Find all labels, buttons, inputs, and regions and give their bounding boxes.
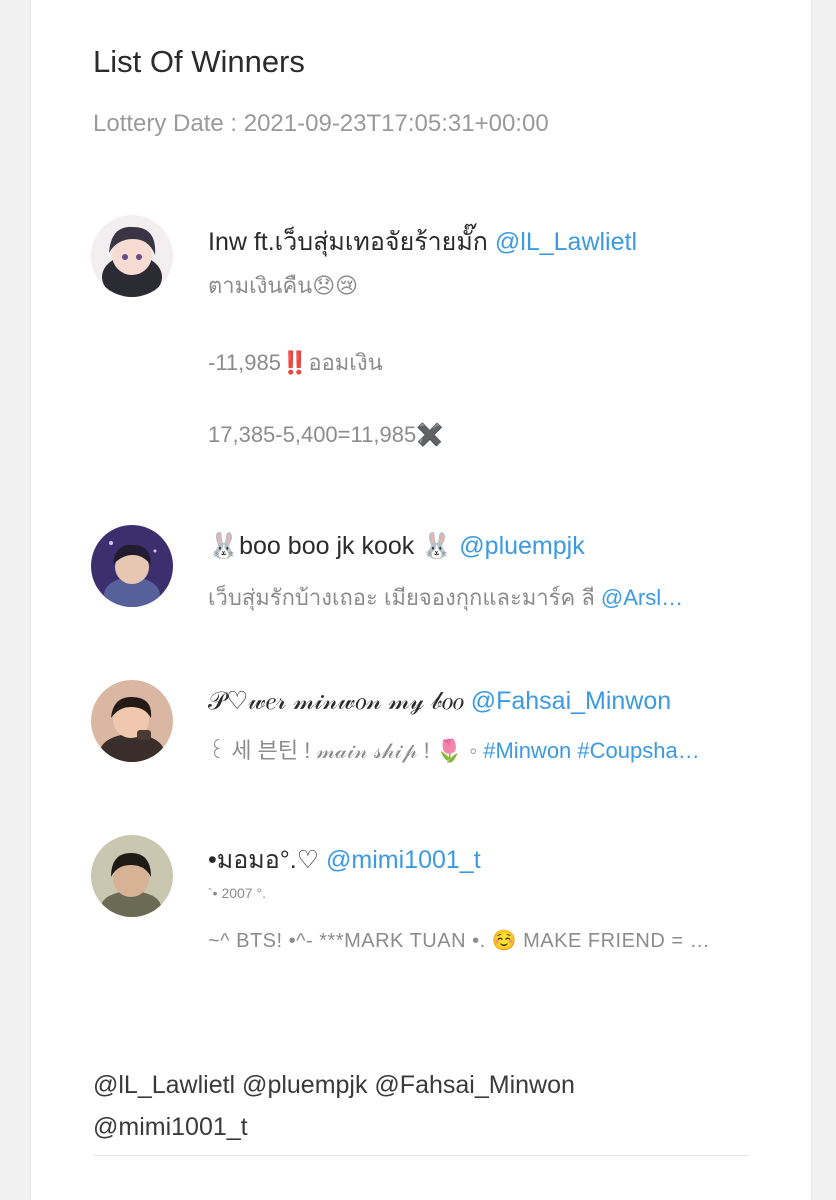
footer-mentions[interactable]: @lL_Lawlietl @pluempjk @Fahsai_Minwon @m…: [93, 1064, 693, 1148]
winner-bio-line: `• 2007 °.: [208, 885, 266, 901]
winners-card: List Of Winners Lottery Date : 2021-09-2…: [30, 0, 812, 1200]
winner-handle-link[interactable]: @lL_Lawlietl: [495, 228, 637, 256]
winner-name: Inw ft.เว็บสุ่มเทอจัยร้ายมั๊ก @lL_Lawlie…: [208, 222, 637, 262]
winner-display-name: 𝒫♡𝓌𝑒𝓇 𝓂𝒾𝓃𝓌𝑜𝓃 𝓂𝓎 𝒷𝑜𝑜: [208, 687, 471, 715]
avatar[interactable]: [91, 835, 173, 917]
winner-display-name: •มอมอ°.♡: [208, 846, 327, 874]
page-title: List Of Winners: [93, 44, 305, 79]
winner-display-name: Inw ft.เว็บสุ่มเทอจัยร้ายมั๊ก: [208, 228, 495, 256]
avatar[interactable]: [91, 525, 173, 607]
winner-bio-line: ตามเงินคืน😞😢: [208, 273, 359, 298]
avatar[interactable]: [91, 680, 173, 762]
winner-bio-line: ꒰ 세 븐틴 ! 𝓂𝒶𝒾𝓃 𝓈𝒽𝒾𝓅 ! 🌷 ◦ #Minwon #Coupsh…: [208, 733, 753, 765]
winner-handle-link[interactable]: @mimi1001_t: [326, 846, 481, 874]
winner-handle-link[interactable]: @pluempjk: [459, 532, 584, 560]
winner-bio-text: ꒰ 세 븐틴 ! 𝓂𝒶𝒾𝓃 𝓈𝒽𝒾𝓅 ! 🌷 ◦: [208, 738, 484, 763]
winner-bio-line: เว็บสุ่มรักบ้างเถอะ เมียจองกุกและมาร์ค ล…: [208, 580, 753, 615]
avatar[interactable]: [91, 215, 173, 297]
winner-name: 𝒫♡𝓌𝑒𝓇 𝓂𝒾𝓃𝓌𝑜𝓃 𝓂𝓎 𝒷𝑜𝑜 @Fahsai_Minwon: [208, 686, 671, 716]
bio-mention-link[interactable]: @Arsl…: [601, 585, 683, 610]
winner-name: •มอมอ°.♡ @mimi1001_t: [208, 840, 481, 880]
winner-display-name: 🐰boo boo jk kook 🐰: [208, 532, 460, 560]
divider: [93, 1155, 750, 1156]
winner-bio-line: -11,985‼️ออมเงิน: [208, 350, 383, 375]
bio-hashtag-link[interactable]: #Minwon #Coupsha…: [483, 738, 699, 763]
winner-bio-line: 17,385-5,400=11,985✖️: [208, 422, 444, 447]
winner-name: 🐰boo boo jk kook 🐰 @pluempjk: [208, 532, 585, 561]
winner-handle-link[interactable]: @Fahsai_Minwon: [471, 687, 671, 715]
winner-bio-line: ~^ BTS! •^- ***MARK TUAN •. ☺️ MAKE FRIE…: [208, 930, 711, 952]
winner-bio-text: เว็บสุ่มรักบ้างเถอะ เมียจองกุกและมาร์ค ล…: [208, 585, 601, 610]
lottery-date: Lottery Date : 2021-09-23T17:05:31+00:00: [93, 110, 549, 137]
